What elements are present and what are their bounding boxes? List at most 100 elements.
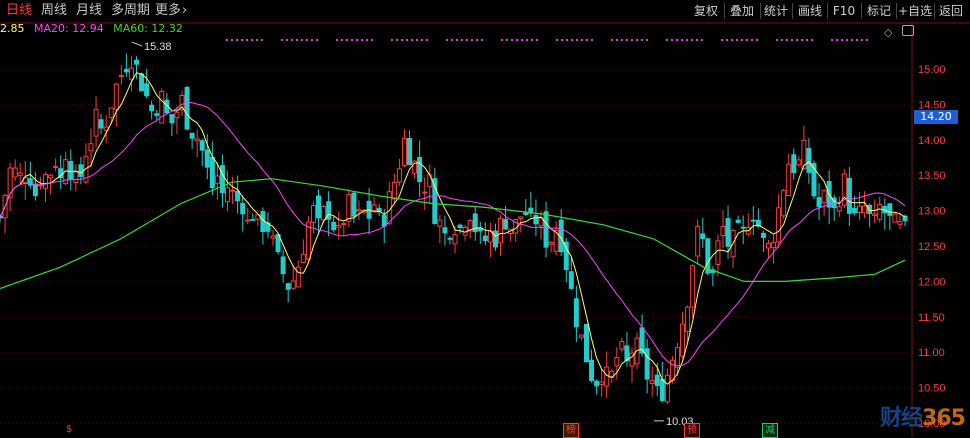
candle [58, 155, 64, 190]
candle-body [771, 241, 777, 249]
candle-body [43, 174, 49, 189]
candle [422, 177, 428, 210]
candle [760, 230, 766, 252]
candle-body [664, 374, 670, 403]
draw-line-button[interactable]: 画线 [794, 2, 826, 20]
panel-icon[interactable] [902, 25, 914, 36]
candle [250, 213, 256, 221]
candle [730, 228, 736, 269]
candle-body [806, 147, 812, 173]
event-flag[interactable]: 减 [762, 423, 778, 438]
mark-button[interactable]: 标记 [863, 2, 895, 20]
candle-body [447, 237, 453, 240]
candle [53, 158, 59, 172]
candle [386, 182, 392, 225]
event-dot [576, 39, 578, 41]
event-dot [311, 39, 313, 41]
y-tick-label: 12.00 [918, 276, 946, 288]
candle [260, 207, 266, 245]
y-tick-label: 10.50 [918, 383, 946, 395]
candle-body [892, 213, 898, 223]
candle-body [184, 86, 190, 130]
candle [265, 212, 271, 239]
event-dot [356, 39, 358, 41]
tab-weekly[interactable]: 周线 [41, 2, 67, 20]
candle-body [225, 187, 231, 203]
y-tick-label: 11.00 [918, 347, 945, 359]
candle-body [457, 224, 463, 229]
kline-chart[interactable]: 15.0014.5014.0013.5013.0012.5012.0011.50… [0, 0, 970, 437]
event-dot [736, 39, 738, 41]
candle [887, 203, 893, 231]
chevron-right-icon[interactable]: › [182, 2, 187, 20]
overlay-button[interactable]: 叠加 [725, 2, 759, 20]
candle [113, 82, 119, 127]
candle [589, 349, 595, 383]
candle-body [381, 214, 387, 227]
candle-body [194, 138, 200, 142]
candle-body [219, 165, 225, 194]
candle-body [887, 203, 893, 216]
event-dot [306, 39, 308, 41]
event-dot [521, 39, 523, 41]
fuquan-button[interactable]: 复权 [689, 2, 723, 20]
candle [786, 153, 792, 196]
ma-legend: 2.85 MA20: 12.94 MA60: 12.32 [0, 22, 189, 38]
y-tick-label: 12.50 [918, 241, 946, 253]
candle-body [760, 232, 766, 238]
candle-body [189, 132, 195, 139]
candle-body [614, 356, 620, 367]
candle-body [336, 224, 342, 228]
candle-body [310, 204, 316, 223]
candle [341, 221, 347, 237]
candle-body [134, 59, 140, 65]
ma20-line [0, 102, 906, 367]
candle-body [523, 212, 529, 215]
event-dot [721, 39, 723, 41]
candle-body [700, 233, 706, 239]
diamond-icon[interactable]: ◇ [884, 26, 892, 39]
tab-more[interactable]: 更多 [155, 2, 181, 20]
candle-body [113, 83, 119, 110]
back-button[interactable]: 返回 [936, 2, 966, 20]
candle [846, 167, 852, 226]
event-dot [316, 39, 318, 41]
candle-body [725, 217, 731, 247]
event-dot [241, 39, 243, 41]
event-dot [531, 39, 533, 41]
event-dot [391, 39, 393, 41]
candle-body [649, 379, 655, 384]
event-dot [421, 39, 423, 41]
tab-multi-period[interactable]: 多周期 [111, 2, 150, 20]
statistics-button[interactable]: 统计 [761, 2, 791, 20]
candle [578, 334, 584, 341]
event-dot [831, 39, 833, 41]
event-dot [411, 39, 413, 41]
candle [169, 114, 175, 137]
add-watchlist-button[interactable]: +自选 [897, 2, 933, 20]
event-dot [626, 39, 628, 41]
f10-button[interactable]: F10 [829, 2, 859, 20]
candle [498, 214, 504, 256]
event-flag[interactable]: 预 [684, 423, 700, 438]
y-tick-label: 13.00 [918, 206, 946, 218]
high-label: 15.38 [144, 41, 172, 53]
candle [594, 379, 600, 395]
candle [194, 129, 200, 157]
candle [725, 205, 731, 259]
candle [43, 171, 49, 202]
candle [821, 188, 827, 216]
annotation-leader [131, 41, 143, 47]
tab-daily[interactable]: 日线 [6, 2, 32, 20]
candle-body [93, 109, 99, 137]
event-dot [611, 39, 613, 41]
event-dot [866, 39, 868, 41]
event-dot [346, 39, 348, 41]
candle-body [452, 234, 458, 245]
tab-monthly[interactable]: 月线 [76, 2, 102, 20]
event-dot [446, 39, 448, 41]
event-dot [561, 39, 563, 41]
event-flag[interactable]: $ [64, 423, 74, 436]
event-flag[interactable]: 榜 [563, 423, 579, 438]
event-dot [466, 39, 468, 41]
